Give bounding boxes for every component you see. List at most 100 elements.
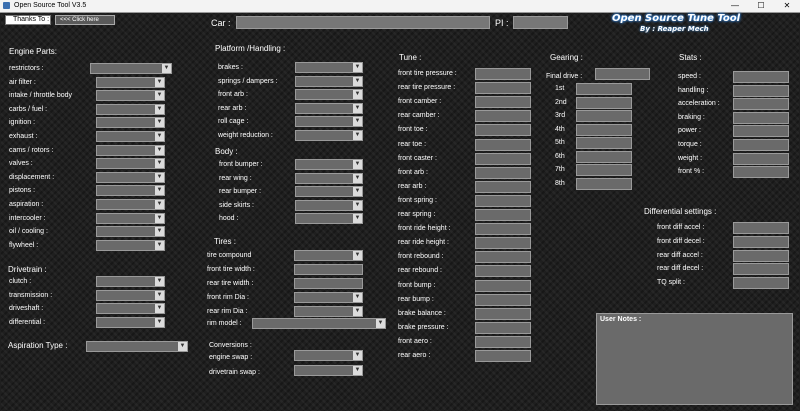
engine-intake-throttle-body-select[interactable]: ▼ (96, 90, 165, 102)
engine-valves-label: valves : (9, 160, 33, 168)
minimize-button[interactable]: — (722, 0, 748, 12)
tune-brake-balance-input[interactable] (475, 307, 531, 320)
stat-braking-input[interactable] (733, 111, 789, 124)
stat-speed-input[interactable] (733, 71, 789, 83)
engine-aspiration-label: aspiration : (9, 201, 44, 208)
tune-rear-bump-input[interactable] (475, 293, 531, 306)
drivetrain-clutch-select[interactable]: ▼ (96, 276, 165, 287)
engine-displacement-select[interactable]: ▼ (96, 171, 165, 183)
tune-rear-tire-pressure-input[interactable] (475, 82, 531, 95)
tune-front-bump-input[interactable] (475, 279, 531, 292)
chevron-down-icon: ▼ (353, 214, 362, 224)
body-front-bumper-select[interactable]: ▼ (295, 159, 363, 170)
rim-model-select[interactable]: ▼ (252, 318, 386, 329)
body-rear-wing-select[interactable]: ▼ (295, 172, 363, 184)
chevron-down-icon: ▼ (155, 277, 164, 286)
engine-flywheel-select[interactable]: ▼ (96, 239, 165, 251)
tune-rear-ride-height-input[interactable] (475, 237, 531, 250)
engine-air-filter-select[interactable]: ▼ (96, 76, 165, 88)
body-side-skirts-select[interactable]: ▼ (295, 199, 363, 211)
platform-rear-arb-select[interactable]: ▼ (295, 102, 363, 114)
rear-tire-width-input[interactable] (294, 278, 363, 289)
tune-front-toe-input[interactable] (475, 124, 531, 137)
stat-handling-input[interactable] (733, 84, 789, 97)
engine-intercooler-select[interactable]: ▼ (96, 212, 165, 224)
tune-front-rebound-label: front rebound : (398, 253, 444, 261)
engine-oil-cooling-select[interactable]: ▼ (96, 226, 165, 238)
engine-carbs-fuel-select[interactable]: ▼ (96, 103, 165, 115)
tune-front-spring-input[interactable] (475, 194, 531, 207)
gear-5th-input[interactable] (576, 137, 632, 149)
user-notes-textarea[interactable]: User Notes : (596, 313, 793, 405)
tune-front-camber-input[interactable] (475, 96, 531, 109)
click-here-button[interactable]: <<< Click here (55, 15, 115, 25)
tune-rear-rebound-input[interactable] (475, 265, 531, 278)
engine-aspiration-select[interactable]: ▼ (96, 199, 165, 210)
tune-rear-spring-input[interactable] (475, 209, 531, 221)
tune-front-aero-input[interactable] (475, 335, 531, 348)
stat-power-input[interactable] (733, 125, 789, 138)
drivetrain-transmission-select[interactable]: ▼ (96, 289, 165, 301)
tune-front-ride-height-input[interactable] (475, 223, 531, 236)
diff-rear-diff-decel-input[interactable] (733, 263, 789, 276)
tune-rear-camber-input[interactable] (475, 110, 531, 123)
diff-tq-split-input[interactable] (733, 277, 789, 290)
tune-rear-aero-input[interactable] (475, 350, 531, 362)
diff-rear-diff-accel-input[interactable] (733, 249, 789, 262)
engine-valves-select[interactable]: ▼ (96, 158, 165, 170)
diff-front-diff-decel-input[interactable] (733, 235, 789, 248)
platform-springs-dampers-select[interactable]: ▼ (295, 75, 363, 87)
engine-restrictors-select[interactable]: ▼ (90, 63, 172, 74)
engine-cams-rotors-select[interactable]: ▼ (96, 144, 165, 156)
platform-roll-cage-select[interactable]: ▼ (295, 116, 363, 128)
stat-front-input[interactable] (733, 166, 789, 179)
drivetrain-swap-select[interactable]: ▼ (294, 365, 363, 376)
gear-8th-input[interactable] (576, 177, 632, 190)
diff-tq-split-label: TQ split : (657, 279, 686, 287)
tune-front-rebound-input[interactable] (475, 251, 531, 264)
tune-rear-toe-input[interactable] (475, 138, 531, 151)
close-button[interactable]: ✕ (774, 0, 800, 12)
final-drive-input[interactable] (595, 68, 650, 80)
tune-front-caster-input[interactable] (475, 152, 531, 165)
gear-6th-input[interactable] (576, 150, 632, 163)
rear-rim-dia-select[interactable]: ▼ (294, 306, 363, 317)
engine-ignition-select[interactable]: ▼ (96, 117, 165, 129)
diff-rear-diff-accel-label: rear diff accel : (657, 251, 703, 259)
tune-front-arb-input[interactable] (475, 166, 531, 179)
gear-7th-input[interactable] (576, 164, 632, 176)
gear-2nd-input[interactable] (576, 96, 632, 109)
body-hood-select[interactable]: ▼ (295, 213, 363, 225)
platform-front-arb-select[interactable]: ▼ (295, 89, 363, 101)
car-input[interactable] (236, 16, 490, 29)
tune-rear-arb-input[interactable] (475, 180, 531, 193)
stat-weight-input[interactable] (733, 152, 789, 165)
pi-input[interactable] (513, 16, 568, 29)
diff-front-diff-accel-input[interactable] (733, 222, 789, 234)
front-tire-width-input[interactable] (294, 264, 363, 275)
drivetrain-driveshaft-select[interactable]: ▼ (96, 303, 165, 314)
thanks-to-button[interactable]: Thanks To : (5, 15, 51, 25)
gear-1st-input[interactable] (576, 83, 632, 95)
platform-weight-reduction-select[interactable]: ▼ (295, 130, 363, 141)
aspiration-type-select[interactable]: ▼ (86, 341, 188, 352)
gear-3rd-input[interactable] (576, 110, 632, 122)
platform-brakes-select[interactable]: ▼ (295, 62, 363, 73)
drivetrain-differential-select[interactable]: ▼ (96, 316, 165, 328)
engine-ignition-label: ignition : (9, 119, 36, 127)
engine-exhaust-select[interactable]: ▼ (96, 131, 165, 142)
maximize-button[interactable]: ☐ (748, 0, 774, 12)
stat-front-label: front % : (678, 168, 705, 176)
tune-front-tire-pressure-input[interactable] (475, 68, 531, 80)
stat-torque-input[interactable] (733, 139, 789, 151)
body-rear-bumper-select[interactable]: ▼ (295, 186, 363, 198)
tune-brake-pressure-input[interactable] (475, 321, 531, 334)
gear-4th-input[interactable] (576, 123, 632, 136)
front-rim-dia-select[interactable]: ▼ (294, 292, 363, 303)
front-tire-width-label: front tire width : (207, 266, 255, 273)
engine-pistons-select[interactable]: ▼ (96, 185, 165, 197)
stat-acceleration-input[interactable] (733, 98, 789, 111)
tire-compound-select[interactable]: ▼ (294, 250, 363, 261)
engine-swap-select[interactable]: ▼ (294, 350, 363, 361)
chevron-down-icon: ▼ (155, 159, 164, 169)
